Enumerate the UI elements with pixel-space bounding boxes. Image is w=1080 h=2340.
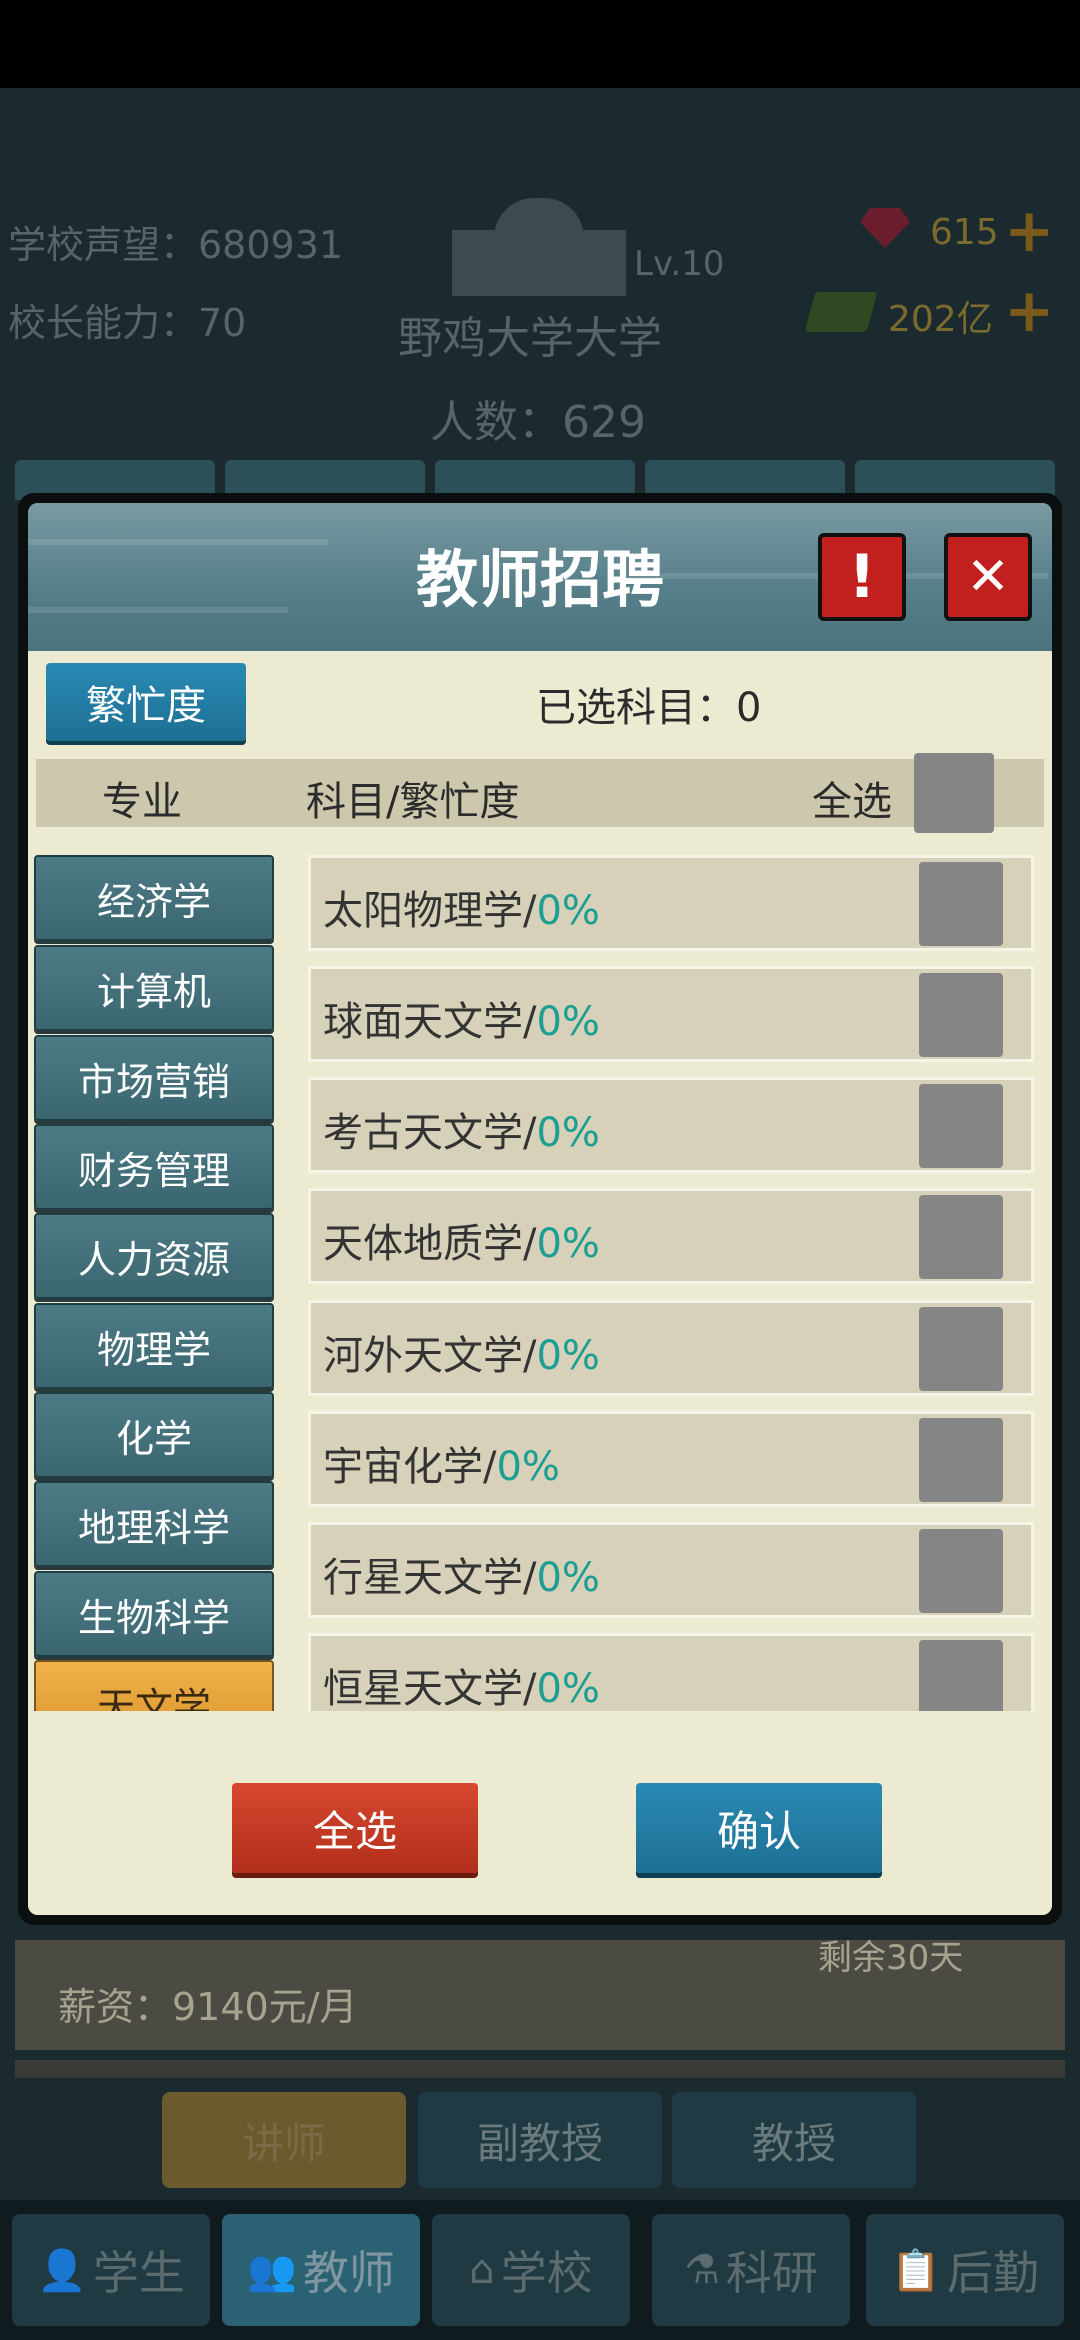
add-money-icon[interactable]: +	[1004, 276, 1054, 346]
nav-teachers[interactable]: 👥 教师	[222, 2214, 420, 2326]
major-biology[interactable]: 生物科学	[34, 1571, 274, 1657]
subject-checkbox[interactable]	[919, 862, 1003, 946]
major-economics[interactable]: 经济学	[34, 855, 274, 941]
subject-checkbox[interactable]	[919, 1418, 1003, 1502]
status-bar	[0, 0, 1080, 88]
major-astronomy[interactable]: 天文学	[34, 1660, 274, 1711]
subject-row[interactable]: 太阳物理学/0%	[308, 855, 1034, 951]
add-gem-icon[interactable]: +	[1004, 196, 1054, 266]
student-icon: 👤	[37, 2247, 87, 2294]
major-physics[interactable]: 物理学	[34, 1303, 274, 1389]
col-select-all-label: 全选	[812, 779, 892, 825]
nav-logistics[interactable]: 📋 后勤	[866, 2214, 1064, 2326]
gem-count: 615	[930, 212, 999, 253]
subject-checkbox[interactable]	[919, 1084, 1003, 1168]
level-badge: Lv.10	[634, 244, 725, 284]
close-icon[interactable]: ✕	[944, 533, 1032, 621]
subject-checkbox[interactable]	[919, 1529, 1003, 1613]
major-finance[interactable]: 财务管理	[34, 1124, 274, 1210]
major-geography[interactable]: 地理科学	[34, 1481, 274, 1567]
select-all-checkbox[interactable]	[914, 753, 994, 833]
subject-row[interactable]: 恒星天文学/0%	[308, 1633, 1034, 1711]
major-list: 经济学 计算机 市场营销 财务管理 人力资源 物理学 化学 地理科学 生物科学 …	[28, 841, 293, 1711]
subject-checkbox[interactable]	[919, 1640, 1003, 1711]
subject-checkbox[interactable]	[919, 1195, 1003, 1279]
selected-subjects-count: 已选科目：0	[536, 685, 762, 731]
teacher-icon: 👥	[247, 2247, 297, 2294]
reputation-text: 学校声望：680931	[8, 223, 344, 267]
select-all-button[interactable]: 全选	[232, 1783, 478, 1873]
rank-lecturer-button[interactable]: 讲师	[162, 2092, 406, 2188]
recruit-dialog: 教师招聘 ! ✕ 繁忙度 已选科目：0 专业 科目/繁忙度 全选 经济学 计算机…	[18, 493, 1062, 1925]
info-icon[interactable]: !	[818, 533, 906, 621]
population-text: 人数：629	[430, 397, 646, 448]
busy-percent: 0%	[536, 1555, 600, 1601]
rank-professor-button[interactable]: 教授	[672, 2092, 916, 2188]
money-icon	[804, 292, 878, 332]
school-icon: ⌂	[469, 2247, 495, 2293]
busy-percent: 0%	[536, 1666, 600, 1711]
app-root: 学校声望：680931 校长能力：70 Lv.10 野鸡大学大学 人数：629 …	[0, 0, 1080, 2340]
busy-percent: 0%	[536, 1110, 600, 1156]
clipboard-icon: 📋	[891, 2247, 941, 2294]
subject-row[interactable]: 天体地质学/0%	[308, 1188, 1034, 1284]
subject-row[interactable]: 球面天文学/0%	[308, 966, 1034, 1062]
busy-percent: 0%	[536, 888, 600, 934]
subject-row[interactable]: 宇宙化学/0%	[308, 1411, 1034, 1507]
subject-row[interactable]: 考古天文学/0%	[308, 1077, 1034, 1173]
nav-students[interactable]: 👤 学生	[12, 2214, 210, 2326]
salary-text: 薪资：9140元/月	[58, 1985, 358, 2029]
rank-associate-button[interactable]: 副教授	[418, 2092, 662, 2188]
dialog-footer	[28, 1711, 1052, 1915]
money-count: 202亿	[888, 299, 993, 340]
subject-checkbox[interactable]	[919, 1307, 1003, 1391]
busy-percent: 0%	[496, 1444, 560, 1490]
major-chemistry[interactable]: 化学	[34, 1392, 274, 1478]
nav-research[interactable]: ⚗ 科研	[652, 2214, 850, 2326]
dialog-header: 教师招聘 ! ✕	[28, 503, 1052, 651]
subject-list: 太阳物理学/0% 球面天文学/0% 考古天文学/0% 天体地质学/0% 河外天文…	[296, 841, 1046, 1711]
col-subject-label: 科目/繁忙度	[306, 779, 520, 825]
major-marketing[interactable]: 市场营销	[34, 1035, 274, 1121]
col-major-label: 专业	[102, 779, 182, 825]
flask-icon: ⚗	[684, 2247, 720, 2293]
ability-text: 校长能力：70	[8, 301, 247, 345]
school-building-icon	[452, 190, 626, 296]
subject-row[interactable]: 行星天文学/0%	[308, 1522, 1034, 1618]
nav-school[interactable]: ⌂ 学校	[432, 2214, 630, 2326]
busy-sort-button[interactable]: 繁忙度	[46, 663, 246, 741]
subject-checkbox[interactable]	[919, 973, 1003, 1057]
column-header: 专业 科目/繁忙度 全选	[36, 759, 1044, 827]
busy-percent: 0%	[536, 999, 600, 1045]
divider-bar	[15, 2060, 1065, 2078]
major-hr[interactable]: 人力资源	[34, 1213, 274, 1299]
busy-percent: 0%	[536, 1221, 600, 1267]
confirm-button[interactable]: 确认	[636, 1783, 882, 1873]
remaining-days: 剩余30天	[818, 1938, 964, 1978]
major-computer[interactable]: 计算机	[34, 945, 274, 1031]
school-name: 野鸡大学大学	[398, 313, 662, 364]
busy-percent: 0%	[536, 1333, 600, 1379]
subject-row[interactable]: 河外天文学/0%	[308, 1300, 1034, 1396]
